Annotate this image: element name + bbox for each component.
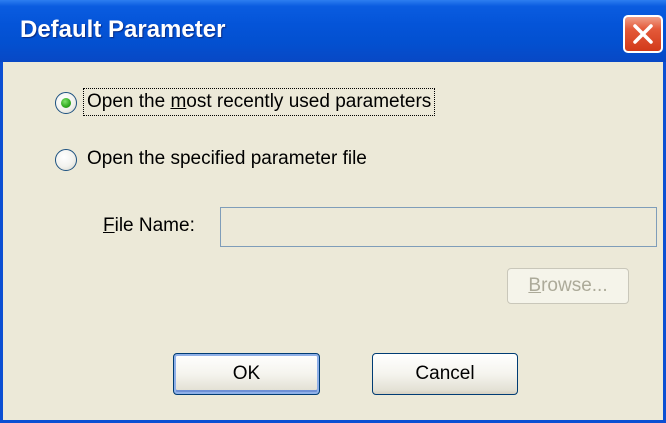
radio-specified-button[interactable] <box>55 149 77 171</box>
window-title: Default Parameter <box>20 16 226 43</box>
radio-specified-label[interactable]: Open the specified parameter file <box>85 147 369 171</box>
radio-recent-button[interactable] <box>55 92 77 114</box>
close-button[interactable] <box>623 15 663 53</box>
ok-button[interactable]: OK <box>173 353 320 395</box>
browse-button[interactable]: Browse... <box>507 268 629 304</box>
file-name-input[interactable] <box>220 207 657 247</box>
dialog-window: Default Parameter Open the most recently… <box>0 0 666 423</box>
radio-selected-dot <box>61 98 71 108</box>
file-name-label: File Name: <box>103 215 195 236</box>
title-bar[interactable]: Default Parameter <box>0 0 666 62</box>
radio-recent-label[interactable]: Open the most recently used parameters <box>82 88 436 116</box>
close-icon <box>633 24 653 44</box>
cancel-button[interactable]: Cancel <box>372 353 518 395</box>
